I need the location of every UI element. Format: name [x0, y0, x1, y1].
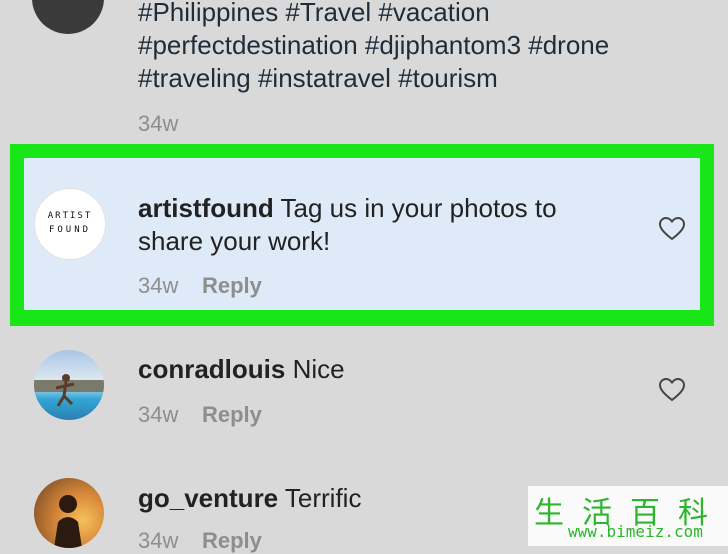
hashtags-line: #traveling #instatravel #tourism [138, 63, 498, 93]
laurel-icon [32, 0, 104, 34]
comment-time: 34w [138, 402, 179, 427]
reply-button[interactable]: Reply [202, 528, 262, 554]
watermark: 生活百科 www.bimeiz.com [528, 486, 728, 546]
comment-text: Nice [285, 354, 345, 384]
hashtags-line: #Philippines #Travel #vacation [138, 0, 490, 27]
comment-body-go-venture: go_venture Terrific [138, 482, 361, 515]
heart-icon[interactable] [658, 216, 686, 242]
hashtags-line: #perfectdestination #djiphantom3 #drone [138, 30, 610, 60]
username-conradlouis[interactable]: conradlouis [138, 354, 285, 384]
avatar-artistfound[interactable]: ARTIST FOUND [34, 188, 106, 260]
username-go-venture[interactable]: go_venture [138, 483, 278, 513]
reply-button[interactable]: Reply [202, 273, 262, 299]
person-photo [34, 374, 104, 407]
comment-time: 34w [138, 528, 179, 553]
watermark-url: www.bimeiz.com [568, 522, 703, 541]
avatar-go-venture[interactable] [34, 478, 104, 548]
previous-comment-time: 34w [138, 111, 179, 136]
comment-text: Tag us in your photos to [273, 193, 557, 223]
comment-body-artistfound: artistfound Tag us in your photos to sha… [138, 192, 638, 258]
heart-icon[interactable] [658, 377, 686, 403]
avatar-conradlouis[interactable] [34, 350, 104, 420]
reply-button[interactable]: Reply [202, 402, 262, 428]
avatar-previous-user[interactable] [32, 0, 104, 34]
comment-time: 34w [138, 273, 179, 298]
comment-text: share your work! [138, 226, 331, 256]
avatar-logo-text-1: ARTIST [47, 211, 93, 221]
person-silhouette [54, 495, 82, 548]
comment-text: Terrific [278, 483, 362, 513]
comment-body-conradlouis: conradlouis Nice [138, 353, 345, 386]
avatar-logo-text-2: FOUND [48, 225, 92, 235]
username-artistfound[interactable]: artistfound [138, 193, 274, 223]
previous-comment-hashtags: #Philippines #Travel #vacation #perfectd… [138, 0, 708, 95]
